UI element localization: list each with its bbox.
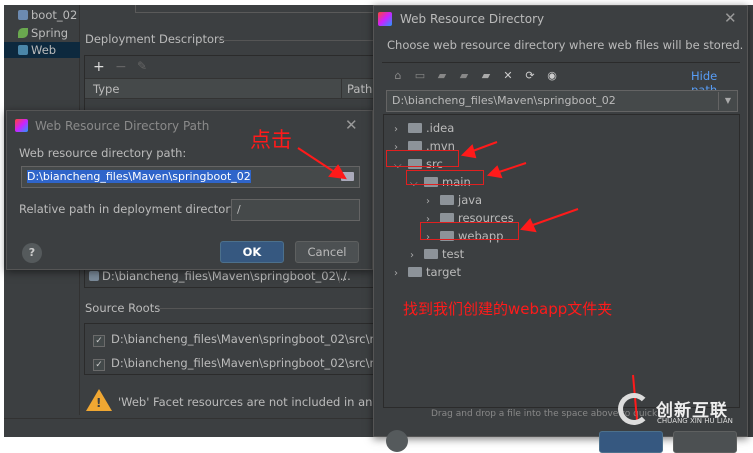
arrow-to-webapp xyxy=(529,208,579,227)
arrow-head xyxy=(520,218,537,233)
arrow-head xyxy=(328,164,347,180)
watermark-logo xyxy=(618,393,650,425)
arrow-head xyxy=(460,144,477,159)
watermark-pinyin: CHUANG XIN HU LIAN xyxy=(657,417,733,425)
annotation-arrows xyxy=(297,141,638,421)
arrow-to-browse xyxy=(297,147,337,174)
arrow-to-main xyxy=(495,162,527,174)
arrow-head xyxy=(486,165,503,179)
